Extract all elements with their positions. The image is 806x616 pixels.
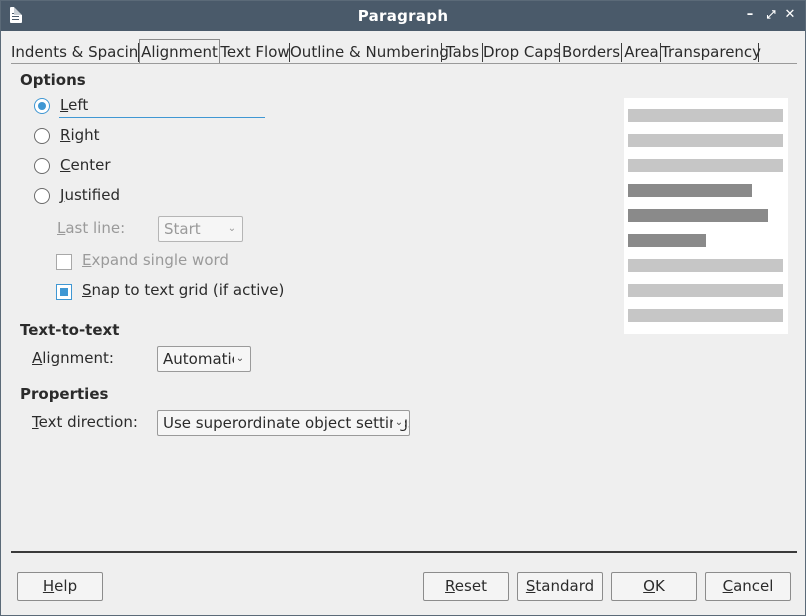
label-text: lignment: [42,349,114,367]
select-value: Use superordinate object settings [163,414,410,432]
text-direction-label: Text direction: [32,413,138,431]
paragraph-dialog: Paragraph – ⤢ ✕ Indents & Spacing Alignm… [0,0,806,616]
mnemonic: H [42,577,55,595]
button-label: tandard [535,577,595,595]
alignment-select[interactable]: Automatic ⌄ [157,346,251,372]
snap-to-grid-label[interactable]: Snap to text grid (if active) [82,281,284,299]
chevron-down-icon: ⌄ [393,417,405,429]
select-value: Automatic [163,350,240,368]
preview-line [628,184,752,197]
chevron-down-icon: ⌄ [227,223,237,234]
mnemonic: C [722,577,734,595]
label-text: ast line: [65,219,126,237]
mnemonic: L [60,96,69,114]
preview-line [628,234,706,247]
select-value: Start [164,220,201,238]
radio-justified-label[interactable]: Justified [60,186,120,204]
tab-label: Tabs [445,43,480,61]
label-text: enter [70,156,111,174]
tab-area[interactable]: Area [622,41,661,63]
last-line-label: Last line: [57,219,125,237]
radio-justified[interactable] [34,188,50,204]
text-to-text-heading: Text-to-text [20,321,120,339]
label-text: ext direction: [38,413,138,431]
mnemonic: A [32,349,43,367]
tab-label: Indents & Spacing [11,43,148,61]
snap-to-grid-checkbox[interactable] [56,284,72,300]
tab-borders[interactable]: Borders [560,41,622,63]
preview-line [628,309,783,322]
radio-right[interactable] [34,128,50,144]
text-direction-select[interactable]: Use superordinate object settings ⌄ [157,410,410,436]
help-button[interactable]: Help [17,572,103,601]
preview-line [628,159,783,172]
properties-heading: Properties [20,385,109,403]
focus-indicator [59,117,265,118]
tab-outline-numbering[interactable]: Outline & Numbering [290,41,449,63]
mnemonic: T [32,413,39,431]
label-text: eft [68,96,89,114]
button-label: K [654,577,665,595]
tab-label: Outline & Numbering [290,43,449,61]
minimize-icon[interactable]: – [742,7,758,23]
tab-indents-spacing[interactable]: Indents & Spacing [11,41,148,63]
radio-left-label[interactable]: Left [60,96,88,114]
tab-transparency[interactable]: Transparency [661,41,762,63]
preview-line [628,259,783,272]
button-label: ancel [733,577,774,595]
preview-line [628,109,783,122]
cancel-button[interactable]: Cancel [705,572,791,601]
label-text: nap to text grid (if active) [91,281,285,299]
expand-single-word-checkbox[interactable] [56,254,72,270]
tab-label: Transparency [661,43,762,61]
title-bar[interactable]: Paragraph – ⤢ ✕ [1,1,805,31]
standard-button[interactable]: Standard [517,572,603,601]
tab-label: Drop Caps [483,43,561,61]
close-icon[interactable]: ✕ [782,7,798,23]
preview-line [628,134,783,147]
mnemonic: C [60,156,71,174]
chevron-down-icon: ⌄ [234,353,246,365]
tab-label: Alignment [141,43,218,61]
tab-label: Area [624,43,659,61]
expand-single-word-label[interactable]: Expand single word [82,251,229,269]
tab-drop-caps[interactable]: Drop Caps [483,41,561,63]
label-text: ight [70,126,100,144]
footer-divider [11,551,797,553]
alignment-label: Alignment: [32,349,114,367]
tab-alignment[interactable]: Alignment [139,39,220,64]
radio-right-label[interactable]: Right [60,126,100,144]
preview-line [628,209,768,222]
ok-button[interactable]: OK [611,572,697,601]
last-line-select[interactable]: Start ⌄ [158,216,243,242]
button-label: elp [54,577,78,595]
label-text: ustified [64,186,121,204]
preview-line [628,284,783,297]
tab-label: Borders [561,43,621,61]
radio-left[interactable] [34,98,50,114]
label-text: xpand single word [91,251,229,269]
mnemonic: R [445,577,455,595]
tab-divider [11,63,797,64]
radio-center-label[interactable]: Center [60,156,111,174]
radio-center[interactable] [34,158,50,174]
mnemonic: O [643,577,655,595]
reset-button[interactable]: Reset [423,572,509,601]
tab-text-flow[interactable]: Text Flow [220,41,290,63]
options-heading: Options [20,71,86,89]
tab-tabs[interactable]: Tabs [442,41,483,63]
maximize-icon[interactable]: ⤢ [763,7,779,23]
mnemonic: R [60,126,71,144]
mnemonic: S [82,281,92,299]
mnemonic: S [525,577,536,595]
tab-label: Text Flow [220,43,290,61]
button-label: eset [454,577,487,595]
window-title: Paragraph [357,7,449,25]
alignment-preview [624,98,788,334]
